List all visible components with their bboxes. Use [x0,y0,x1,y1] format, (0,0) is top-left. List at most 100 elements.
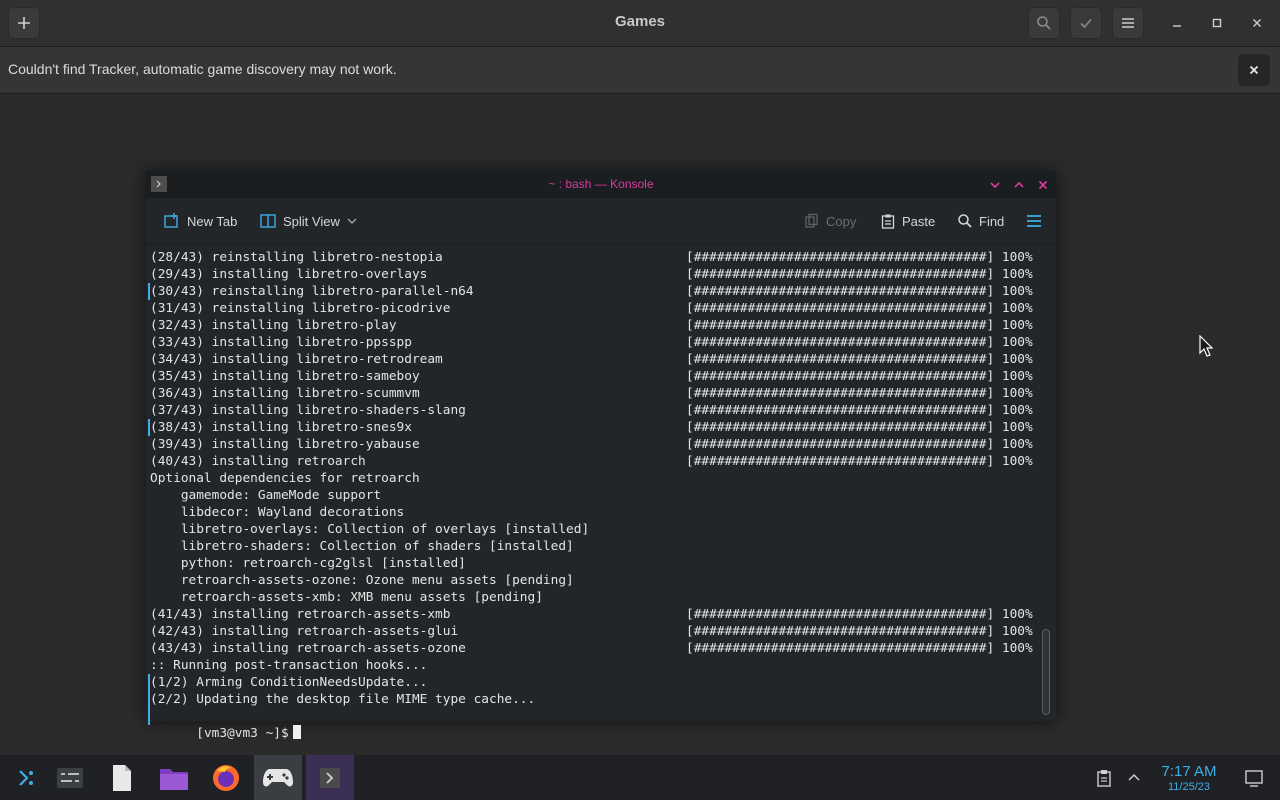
line-marker [148,419,150,436]
terminal-prompt-icon [320,767,340,788]
firefox-icon [213,764,239,791]
terminal-line: (28/43) reinstalling libretro-nestopia [150,250,443,265]
terminal-line: (38/43) installing libretro-snes9x [150,420,412,435]
show-desktop-button[interactable] [1234,755,1274,800]
find-button[interactable]: Find [957,211,1004,231]
taskbar [0,755,1280,800]
settings-app-icon [57,767,83,788]
taskbar-konsole[interactable] [306,755,354,800]
progress-bar-text: [######################################]… [686,437,1033,452]
terminal-line: (39/43) installing libretro-yabause [150,437,420,452]
taskbar-firefox[interactable] [202,755,250,800]
konsole-close-button[interactable] [1034,176,1052,194]
clock-time[interactable]: 7:17 AM [1158,763,1220,780]
terminal-line: (35/43) installing libretro-sameboy [150,369,420,384]
select-button[interactable] [1070,7,1102,39]
tracker-warning-infobar: Couldn't find Tracker, automatic game di… [0,47,1280,94]
new-tab-label: New Tab [187,213,238,229]
terminal-line: :: Running post-transaction hooks... [150,658,428,673]
copy-button[interactable]: Copy [804,211,856,231]
line-marker [148,283,150,300]
konsole-toolbar: New Tab Split View Copy Paste Find [146,198,1056,245]
progress-bar-text: [######################################]… [686,335,1033,350]
split-view-icon [260,214,276,228]
terminal-line: (31/43) reinstalling libretro-picodrive [150,301,451,316]
taskbar-text-editor[interactable] [98,755,146,800]
taskbar-games[interactable] [254,755,302,800]
mouse-pointer-icon [1199,335,1213,357]
text-cursor [292,725,301,739]
terminal-line: (30/43) reinstalling libretro-parallel-n… [150,284,474,299]
konsole-maximize-button[interactable] [1010,176,1028,194]
shell-prompt: [vm3@vm3 ~]$ [196,726,289,741]
find-label: Find [979,213,1005,229]
paste-label: Paste [902,213,936,229]
terminal-line: retroarch-assets-xmb: XMB menu assets [p… [150,590,543,605]
split-view-button[interactable]: Split View [259,211,358,231]
copy-icon [805,213,818,228]
terminal-line: python: retroarch-cg2glsl [installed] [150,556,466,571]
taskbar-file-manager[interactable] [150,755,198,800]
terminal-line: (36/43) installing libretro-scummvm [150,386,420,401]
new-tab-button[interactable]: New Tab [163,211,237,231]
maximize-icon [1212,18,1222,28]
tracker-warning-message: Couldn't find Tracker, automatic game di… [8,61,397,77]
taskbar-system-settings[interactable] [46,755,94,800]
terminal-output[interactable]: (28/43) reinstalling libretro-nestopia [#… [146,245,1036,741]
terminal-line: retroarch-assets-ozone: Ozone menu asset… [150,573,574,588]
chevron-up-icon [1128,773,1140,781]
terminal-line: (29/43) installing libretro-overlays [150,267,428,282]
chevron-up-icon [1014,181,1024,188]
close-icon [1249,65,1259,75]
terminal-line: (1/2) Arming ConditionNeedsUpdate... [150,675,428,690]
terminal-line: (41/43) installing retroarch-assets-xmb [150,607,451,622]
clock-date[interactable]: 11/25/23 [1158,781,1220,793]
hamburger-icon [1027,215,1041,227]
paste-icon [881,214,895,229]
main-menu-button[interactable] [1112,7,1144,39]
progress-bar-text: [######################################]… [686,267,1033,282]
hamburger-icon [1122,18,1134,28]
progress-bar-text: [######################################]… [686,420,1033,435]
document-icon [113,764,131,791]
terminal-line: (2/2) Updating the desktop file MIME typ… [150,692,536,707]
infobar-close-button[interactable] [1238,54,1270,86]
close-button[interactable] [1241,7,1273,39]
progress-bar-text: [######################################]… [686,454,1033,469]
progress-bar-text: [######################################]… [686,403,1033,418]
maximize-button[interactable] [1201,7,1233,39]
konsole-menu-button[interactable] [1025,211,1043,231]
search-icon [958,214,972,228]
search-icon [1037,16,1051,30]
terminal-line: (42/43) installing retroarch-assets-glui [150,624,459,639]
paste-button[interactable]: Paste [880,211,935,231]
terminal-scrollbar[interactable] [1042,629,1050,715]
terminal-line: gamemode: GameMode support [150,488,382,503]
chevron-down-icon [347,218,357,224]
show-desktop-icon [1245,769,1263,787]
line-marker [148,674,150,691]
split-view-label: Split View [283,213,340,229]
launcher-icon [19,769,33,786]
system-tray-expand-button[interactable] [1120,755,1148,800]
konsole-titlebar[interactable]: ~ : bash — Konsole [146,171,1056,198]
terminal-line: (40/43) installing retroarch [150,454,366,469]
app-launcher-button[interactable] [0,755,48,800]
progress-bar-text: [######################################]… [686,369,1033,384]
games-headerbar: Games [0,0,1280,47]
progress-bar-text: [######################################]… [686,641,1033,656]
progress-bar-text: [######################################]… [686,624,1033,639]
terminal-line: libretro-shaders: Collection of shaders … [150,539,574,554]
terminal-line: libdecor: Wayland decorations [150,505,405,520]
clipboard-tray-button[interactable] [1086,755,1122,800]
konsole-minimize-button[interactable] [986,176,1004,194]
clipboard-icon [1097,769,1111,787]
close-icon [1253,19,1261,27]
terminal-line: (32/43) installing libretro-play [150,318,397,333]
close-icon [1038,180,1048,190]
minimize-button[interactable] [1161,7,1193,39]
konsole-window: ~ : bash — Konsole New Tab Split View Co… [146,171,1056,741]
search-button[interactable] [1028,7,1060,39]
prompt-line: [vm3@vm3 ~]$ [150,708,301,741]
terminal-line: (34/43) installing libretro-retrodream [150,352,443,367]
